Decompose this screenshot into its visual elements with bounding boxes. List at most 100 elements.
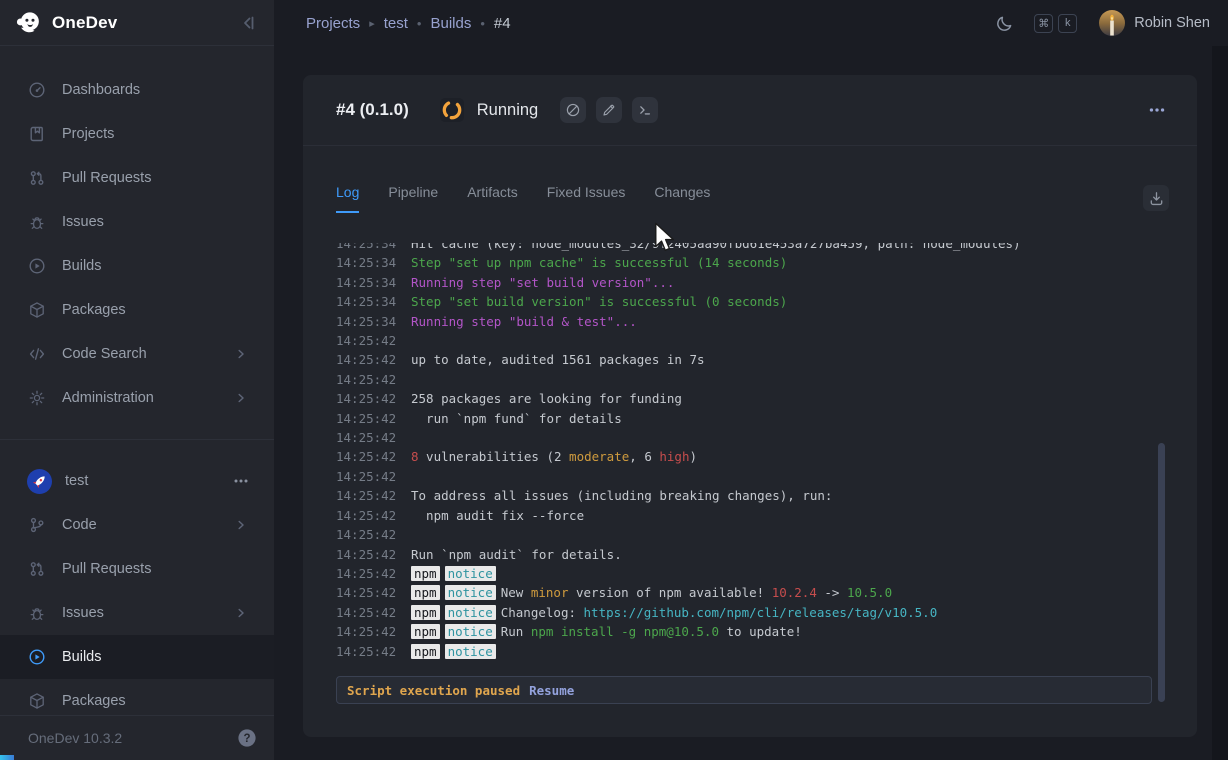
chevron-right-icon (234, 606, 248, 620)
sidebar-item-issues[interactable]: Issues (0, 591, 274, 635)
window-scroll-gutter (1212, 46, 1228, 760)
log-message: npmnotice (411, 564, 501, 583)
log-segment: Run (501, 624, 531, 639)
kbd-cmd: ⌘ (1034, 14, 1053, 33)
tab-fixed-issues[interactable]: Fixed Issues (547, 184, 626, 213)
package-icon (28, 692, 46, 710)
sidebar-item-label: Builds (62, 649, 248, 665)
build-log[interactable]: 14:25:34Hit cache (key: node_modules_32/… (303, 243, 1197, 705)
sidebar-item-projects[interactable]: Projects (0, 112, 274, 156)
log-message: npmnoticeRun npm install -g npm@10.5.0 t… (411, 622, 802, 641)
log-line: 14:25:42 (336, 428, 1197, 447)
notice-badge: notice (445, 585, 496, 600)
sidebar-item-label: Code (62, 517, 234, 533)
sidebar-item-pull-requests[interactable]: Pull Requests (0, 156, 274, 200)
log-message: up to date, audited 1561 packages in 7s (411, 350, 705, 369)
log-segment: 10.5.0 (847, 585, 892, 600)
log-timestamp: 14:25:42 (336, 428, 411, 447)
code-search-icon (28, 345, 46, 363)
log-segment: ) (689, 449, 697, 464)
breadcrumb--4: #4 (494, 15, 511, 32)
user-menu[interactable]: Robin Shen (1099, 10, 1210, 36)
sidebar-item-code-search[interactable]: Code Search (0, 332, 274, 376)
log-message: npmnotice (411, 642, 501, 661)
log-segment: npm audit fix --force (411, 508, 584, 523)
log-line: 14:25:42npmnoticeRun npm install -g npm@… (336, 622, 1197, 641)
breadcrumb-separator: • (417, 16, 422, 31)
log-message: To address all issues (including breakin… (411, 486, 832, 505)
log-line: 14:25:42npmnotice (336, 642, 1197, 661)
log-timestamp: 14:25:34 (336, 243, 411, 253)
chevron-right-icon (234, 347, 248, 361)
resume-link[interactable]: Resume (529, 683, 574, 698)
topbar-right: ⌘ k Robin Shen (995, 10, 1210, 36)
tab-pipeline[interactable]: Pipeline (388, 184, 438, 213)
sidebar-project-nav: Code Pull RequestsIssues Builds Packages (0, 503, 274, 723)
log-line: 14:25:42npmnoticeNew minor version of np… (336, 583, 1197, 602)
download-icon (1148, 190, 1165, 207)
sidebar-item-builds[interactable]: Builds (0, 635, 274, 679)
log-line: 14:25:34Running step "set build version"… (336, 273, 1197, 292)
breadcrumb-separator: ▸ (369, 17, 375, 30)
log-message: Run `npm audit` for details. (411, 545, 622, 564)
sidebar-item-label: Issues (62, 214, 248, 230)
breadcrumb-projects[interactable]: Projects (306, 15, 360, 32)
sidebar-item-builds[interactable]: Builds (0, 244, 274, 288)
log-message: Hit cache (key: node_modules_32/9f2405aa… (411, 243, 1021, 253)
log-segment: To address all issues (including breakin… (411, 488, 832, 503)
dashboard-icon (28, 81, 46, 99)
log-line: 14:25:42up to date, audited 1561 package… (336, 350, 1197, 369)
log-timestamp: 14:25:42 (336, 331, 411, 350)
npm-badge: npm (411, 566, 440, 581)
log-segment: moderate (569, 449, 629, 464)
log-segment: 10.2.4 (772, 585, 817, 600)
project-name: test (65, 473, 232, 489)
tab-artifacts[interactable]: Artifacts (467, 184, 518, 213)
log-line: 14:25:42 (336, 370, 1197, 389)
log-segment: Step "set build version" is successful (… (411, 294, 787, 309)
pause-message: Script execution paused (347, 683, 520, 698)
sidebar-item-administration[interactable]: Administration (0, 376, 274, 420)
edit-build-button[interactable] (596, 97, 622, 123)
sidebar-item-issues[interactable]: Issues (0, 200, 274, 244)
build-menu-ellipsis-icon[interactable] (1147, 100, 1167, 120)
npm-badge: npm (411, 624, 440, 639)
sidebar-item-label: Packages (62, 693, 248, 709)
play-circle-icon (28, 257, 46, 275)
log-line: 14:25:42258 packages are looking for fun… (336, 389, 1197, 408)
kbd-k: k (1058, 14, 1077, 33)
collapse-sidebar-icon[interactable] (238, 13, 258, 33)
project-ellipsis-icon[interactable] (232, 472, 250, 490)
moon-icon[interactable] (995, 14, 1014, 33)
log-segment: https://github.com/npm/cli/releases/tag/… (584, 605, 938, 620)
sidebar-item-code[interactable]: Code (0, 503, 274, 547)
log-line: 14:25:34Hit cache (key: node_modules_32/… (336, 243, 1197, 253)
sidebar-item-packages[interactable]: Packages (0, 288, 274, 332)
breadcrumb-test[interactable]: test (384, 15, 408, 32)
notice-badge: notice (445, 624, 496, 639)
breadcrumb-separator: • (480, 16, 485, 31)
log-message: run `npm fund` for details (411, 409, 622, 428)
log-scrollbar-thumb[interactable] (1158, 443, 1165, 702)
sidebar-item-pull-requests[interactable]: Pull Requests (0, 547, 274, 591)
sidebar-item-dashboards[interactable]: Dashboards (0, 68, 274, 112)
sidebar-item-label: Builds (62, 258, 248, 274)
sidebar-divider (0, 439, 274, 440)
web-terminal-button[interactable] (632, 97, 658, 123)
breadcrumb-builds[interactable]: Builds (430, 15, 471, 32)
log-line: 14:25:42 (336, 331, 1197, 350)
sidebar: OneDev DashboardsProjectsPull RequestsIs… (0, 0, 274, 760)
cancel-build-button[interactable] (560, 97, 586, 123)
log-message: npmnoticeNew minor version of npm availa… (411, 583, 892, 602)
build-title: #4 (0.1.0) (336, 100, 409, 120)
tab-changes[interactable]: Changes (654, 184, 710, 213)
build-status: Running (440, 98, 538, 122)
log-line: 14:25:42Run `npm audit` for details. (336, 545, 1197, 564)
download-log-button[interactable] (1143, 185, 1169, 211)
help-icon[interactable]: ? (237, 728, 257, 748)
tab-log[interactable]: Log (336, 184, 359, 213)
sidebar-project-row[interactable]: test (0, 459, 274, 503)
svg-text:?: ? (243, 733, 250, 745)
build-status-label: Running (477, 101, 538, 120)
log-segment: Step "set up npm cache" is successful (1… (411, 255, 787, 270)
